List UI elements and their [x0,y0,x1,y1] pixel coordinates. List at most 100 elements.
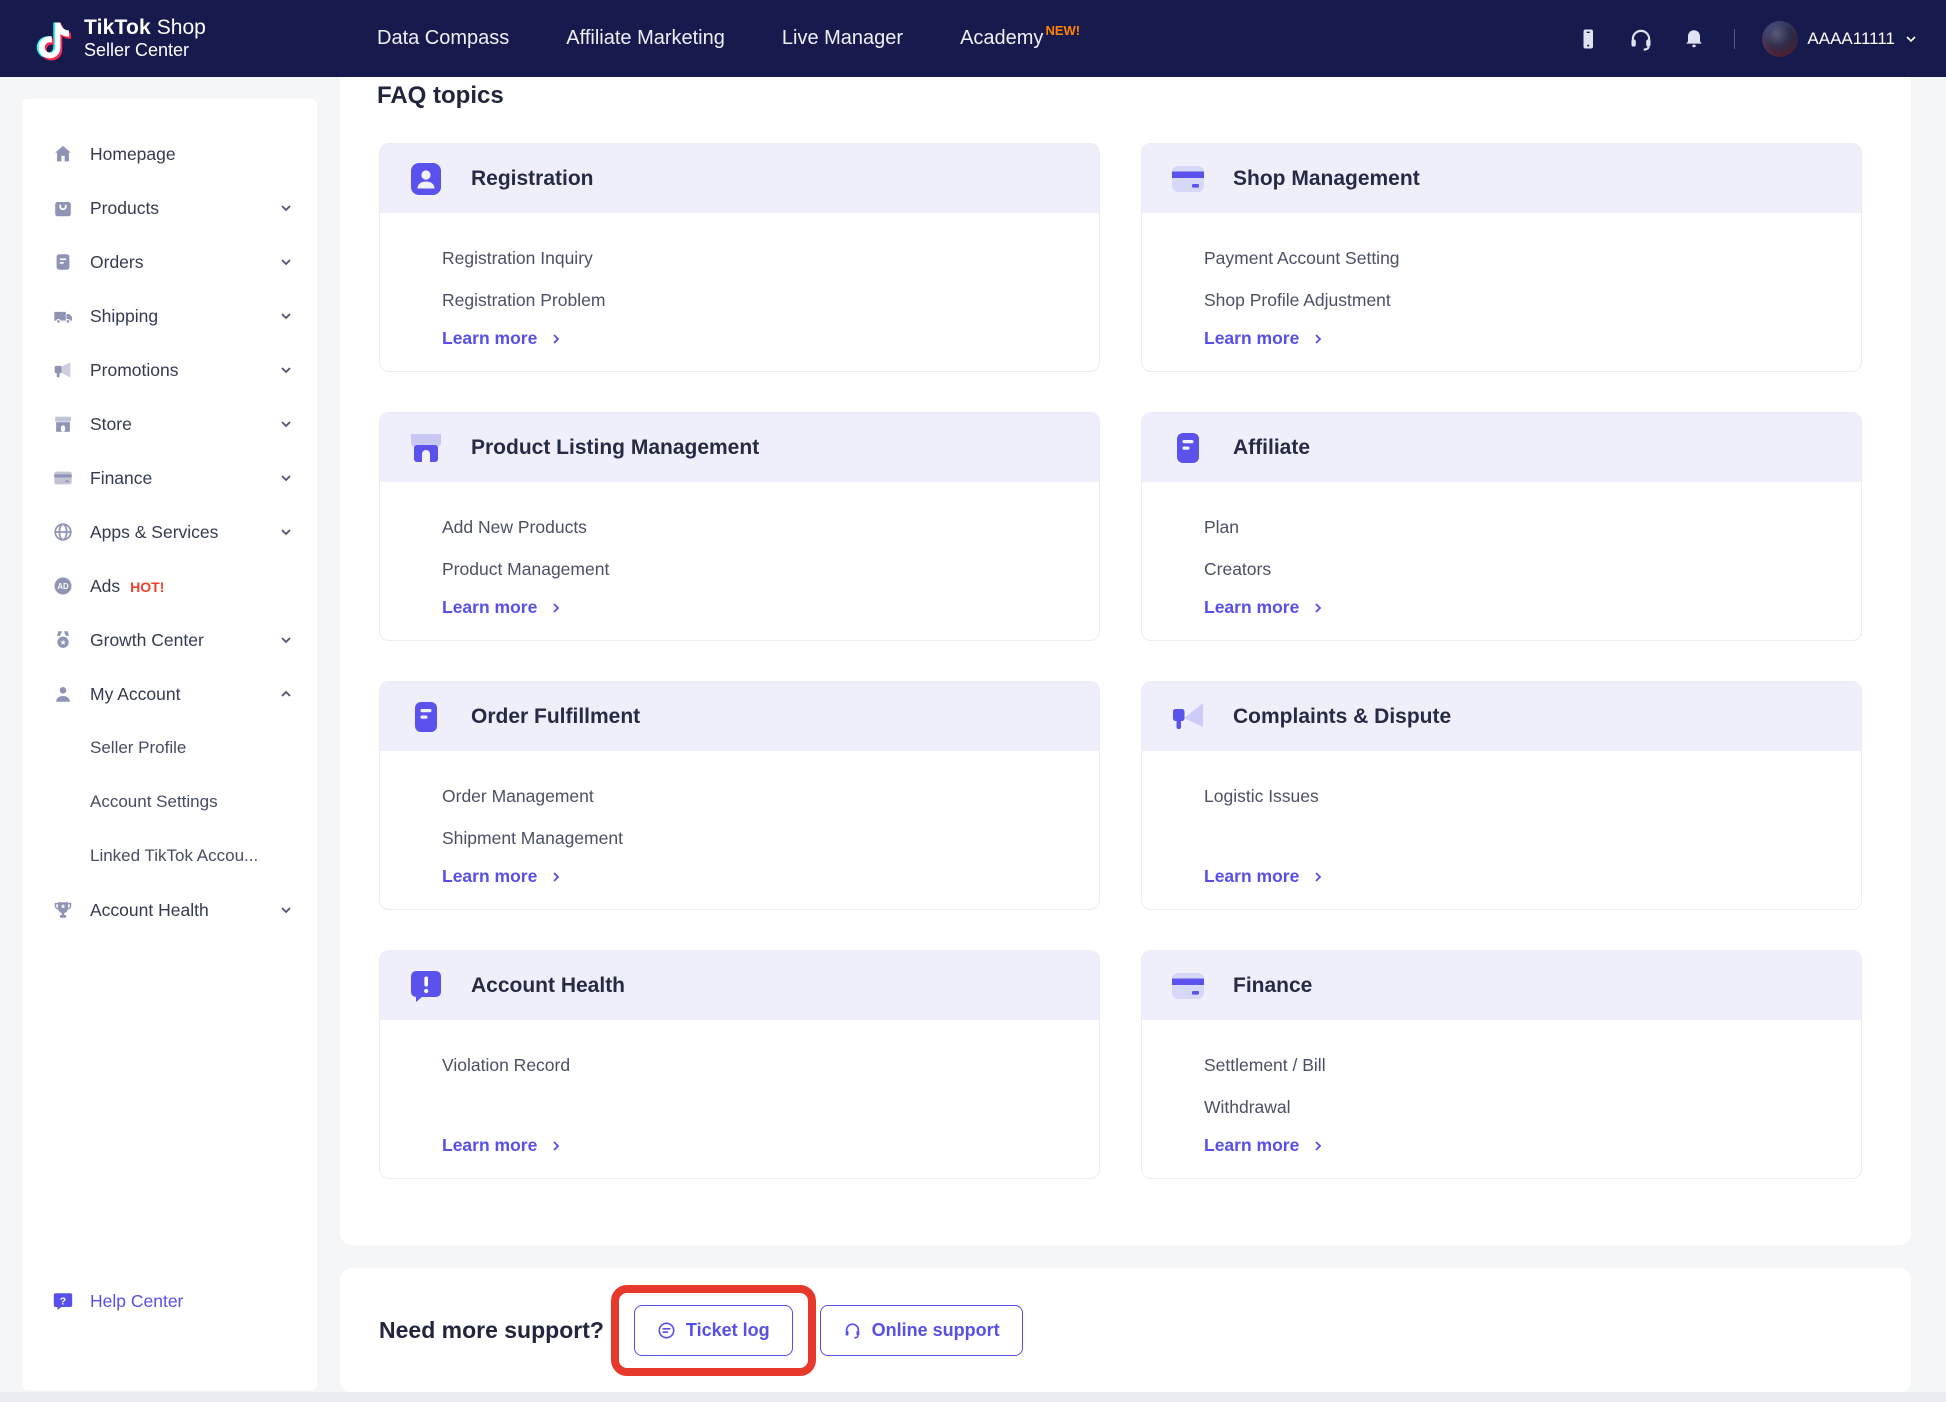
sidebar-item-growth-center[interactable]: ★ Growth Center [22,613,317,667]
shopping-bag-icon [52,197,74,219]
learn-more-link[interactable]: Learn more [442,597,1071,618]
chevron-right-icon [553,333,560,344]
faq-card-product-listing: Product Listing Management Add New Produ… [379,412,1100,641]
notifications-bell-icon[interactable] [1681,26,1707,52]
storefront-icon [52,413,74,435]
sidebar-item-orders[interactable]: Orders [22,235,317,289]
mobile-app-icon[interactable] [1575,26,1601,52]
learn-more-link[interactable]: Learn more [442,1135,1071,1156]
chevron-right-icon [1315,871,1322,882]
chevron-down-icon [281,475,291,482]
account-menu[interactable]: AAAA11111 [1762,20,1918,57]
faq-topic-link[interactable]: Withdrawal [1204,1086,1833,1128]
faq-topic-link[interactable]: Shipment Management [442,817,1071,859]
faq-topic-link[interactable]: Shop Profile Adjustment [1204,279,1833,321]
sidebar-subitem-seller-profile[interactable]: Seller Profile [22,721,317,775]
faq-topic-link[interactable]: Order Management [442,775,1071,817]
home-icon [52,143,74,165]
sidebar-item-store[interactable]: Store [22,397,317,451]
chevron-down-icon [281,205,291,212]
learn-more-link[interactable]: Learn more [442,328,1071,349]
trophy-icon: ★ [52,899,74,921]
faq-card-order-fulfillment: Order Fulfillment Order Management Shipm… [379,681,1100,910]
red-highlight-box: Ticket log [610,1285,816,1376]
faq-card-header: Account Health [380,951,1099,1020]
sidebar-subitem-account-settings[interactable]: Account Settings [22,775,317,829]
help-center-link[interactable]: ? Help Center [52,1290,183,1312]
document-icon [1177,432,1199,463]
chevron-down-icon [281,367,291,374]
chevron-right-icon [1315,602,1322,613]
faq-topic-link[interactable]: Violation Record [442,1044,1071,1086]
sidebar-item-finance[interactable]: Finance [22,451,317,505]
chevron-right-icon [553,871,560,882]
page-title: FAQ topics [377,82,504,109]
globe-icon [52,521,74,543]
sidebar-item-ads[interactable]: AD Ads HOT! [22,559,317,613]
sidebar-item-apps-services[interactable]: Apps & Services [22,505,317,559]
faq-card-header: Complaints & Dispute [1142,682,1861,751]
nav-academy[interactable]: Academy NEW! [960,23,1080,50]
megaphone-icon [52,359,74,381]
support-headset-icon[interactable] [1628,26,1654,52]
faq-card-header: Affiliate [1142,413,1861,482]
nav-affiliate-marketing[interactable]: Affiliate Marketing [566,27,725,50]
sidebar-item-my-account[interactable]: My Account [22,667,317,721]
faq-topic-link[interactable]: Payment Account Setting [1204,237,1833,279]
new-badge: NEW! [1045,23,1081,38]
faq-topic-link[interactable]: Settlement / Bill [1204,1044,1833,1086]
account-name: AAAA11111 [1807,28,1895,48]
faq-card-header: Registration [380,144,1099,213]
faq-card-header: Finance [1142,951,1861,1020]
headset-icon [845,1323,859,1339]
learn-more-link[interactable]: Learn more [1204,328,1833,349]
medal-icon: ★ [52,629,74,651]
truck-icon [52,305,74,327]
top-nav-right: AAAA11111 [1575,0,1918,77]
faq-card-shop-management: Shop Management Payment Account Setting … [1141,143,1862,372]
credit-card-icon [52,467,74,489]
faq-topic-link[interactable]: Plan [1204,506,1833,548]
brand-logo-block[interactable]: TikTok Shop Seller Center [30,14,206,64]
faq-card-header: Order Fulfillment [380,682,1099,751]
learn-more-link[interactable]: Learn more [1204,1135,1833,1156]
learn-more-link[interactable]: Learn more [1204,597,1833,618]
chevron-down-icon [281,529,291,536]
svg-text:?: ? [60,1295,66,1307]
sidebar-item-homepage[interactable]: Homepage [22,127,317,181]
faq-panel: FAQ topics Registration Registration Inq… [340,77,1911,1245]
faq-card-header: Product Listing Management [380,413,1099,482]
top-navbar: TikTok Shop Seller Center Data Compass A… [0,0,1946,77]
brand-text: TikTok Shop Seller Center [84,16,206,61]
faq-card-account-health: Account Health Violation Record Learn mo… [379,950,1100,1179]
chevron-down-icon [281,637,291,644]
learn-more-link[interactable]: Learn more [1204,866,1833,887]
chevron-down-icon [281,907,291,914]
nav-live-manager[interactable]: Live Manager [782,27,903,50]
avatar [1762,20,1799,57]
sidebar-subitem-linked-tiktok-account[interactable]: Linked TikTok Accou... [22,829,317,883]
sidebar: Homepage Products Orders Shipping Promot… [22,99,317,1390]
sidebar-item-account-health[interactable]: ★ Account Health [22,883,317,937]
ads-icon: AD [52,575,74,597]
learn-more-link[interactable]: Learn more [442,866,1071,887]
help-bubble-icon: ? [53,1293,73,1311]
ticket-log-button[interactable]: Ticket log [633,1305,793,1356]
faq-topic-link[interactable]: Registration Inquiry [442,237,1071,279]
sidebar-item-shipping[interactable]: Shipping [22,289,317,343]
faq-topic-link[interactable]: Logistic Issues [1204,775,1833,817]
chevron-down-icon [281,259,291,266]
online-support-button[interactable]: Online support [819,1305,1023,1356]
credit-card-icon [1172,165,1204,192]
chevron-down-icon [281,421,291,428]
support-prompt: Need more support? [379,1317,604,1343]
faq-topic-link[interactable]: Add New Products [442,506,1071,548]
sidebar-item-promotions[interactable]: Promotions [22,343,317,397]
faq-topic-link[interactable]: Product Management [442,548,1071,590]
faq-topic-link[interactable]: Creators [1204,548,1833,590]
orders-document-icon [52,251,74,273]
nav-data-compass[interactable]: Data Compass [377,27,509,50]
alert-bubble-icon [411,970,441,1002]
faq-topic-link[interactable]: Registration Problem [442,279,1071,321]
sidebar-item-products[interactable]: Products [22,181,317,235]
